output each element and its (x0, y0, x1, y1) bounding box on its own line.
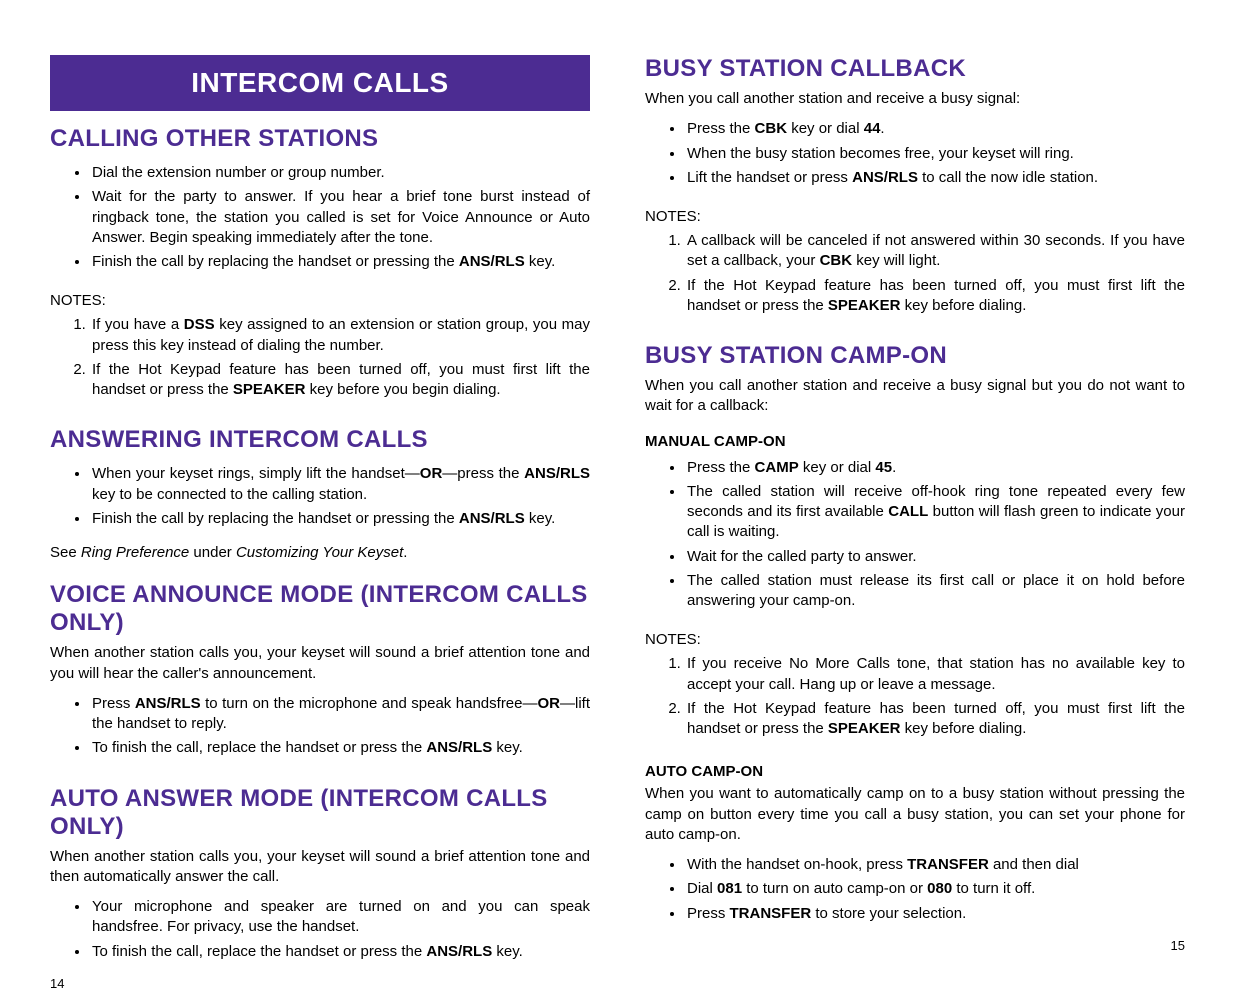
heading-voice-announce: VOICE ANNOUNCE MODE (INTERCOM CALLS ONLY… (50, 581, 590, 637)
notes-label: NOTES: (50, 292, 590, 309)
list-busy-callback: Press the CBK key or dial 44. When the b… (645, 119, 1185, 192)
list-auto-answer: Your microphone and speaker are turned o… (50, 897, 590, 966)
page-number-right: 15 (645, 938, 1185, 953)
list-item: Press TRANSFER to store your selection. (685, 904, 1185, 924)
list-item: If you receive No More Calls tone, that … (685, 654, 1185, 695)
list-item: If the Hot Keypad feature has been turne… (90, 360, 590, 401)
paragraph: When another station calls you, your key… (50, 847, 590, 888)
page-number-left: 14 (50, 976, 590, 991)
list-item: A callback will be canceled if not answe… (685, 231, 1185, 272)
notes-list: If you receive No More Calls tone, that … (645, 654, 1185, 743)
list-item: With the handset on-hook, press TRANSFER… (685, 855, 1185, 875)
list-item: When your keyset rings, simply lift the … (90, 464, 590, 505)
notes-list: A callback will be canceled if not answe… (645, 231, 1185, 320)
list-item: If the Hot Keypad feature has been turne… (685, 699, 1185, 740)
heading-auto-answer: AUTO ANSWER MODE (INTERCOM CALLS ONLY) (50, 785, 590, 841)
list-voice-announce: Press ANS/RLS to turn on the microphone … (50, 694, 590, 763)
heading-calling-other-stations: CALLING OTHER STATIONS (50, 125, 590, 153)
list-item: Wait for the called party to answer. (685, 547, 1185, 567)
list-item: The called station will receive off-hook… (685, 482, 1185, 543)
list-item: Dial the extension number or group numbe… (90, 163, 590, 183)
list-item: If you have a DSS key assigned to an ext… (90, 315, 590, 356)
list-manual-campon: Press the CAMP key or dial 45. The calle… (645, 458, 1185, 616)
ref-text: See Ring Preference under Customizing Yo… (50, 543, 590, 563)
notes-list: If you have a DSS key assigned to an ext… (50, 315, 590, 404)
list-item: Wait for the party to answer. If you hea… (90, 187, 590, 248)
list-item: Lift the handset or press ANS/RLS to cal… (685, 168, 1185, 188)
list-item: Finish the call by replacing the handset… (90, 252, 590, 272)
list-calling-other: Dial the extension number or group numbe… (50, 163, 590, 276)
list-item: If the Hot Keypad feature has been turne… (685, 276, 1185, 317)
list-item: Dial 081 to turn on auto camp-on or 080 … (685, 879, 1185, 899)
notes-label: NOTES: (645, 208, 1185, 225)
paragraph: When another station calls you, your key… (50, 643, 590, 684)
paragraph: When you call another station and receiv… (645, 376, 1185, 417)
list-item: Press the CBK key or dial 44. (685, 119, 1185, 139)
list-item: When the busy station becomes free, your… (685, 144, 1185, 164)
subheading-manual-campon: MANUAL CAMP-ON (645, 433, 1185, 450)
list-item: Press ANS/RLS to turn on the microphone … (90, 694, 590, 735)
list-item: Press the CAMP key or dial 45. (685, 458, 1185, 478)
list-item: To finish the call, replace the handset … (90, 942, 590, 962)
right-column: BUSY STATION CALLBACK When you call anot… (645, 55, 1185, 924)
paragraph: When you call another station and receiv… (645, 89, 1185, 109)
heading-busy-callback: BUSY STATION CALLBACK (645, 55, 1185, 83)
left-column: INTERCOM CALLS CALLING OTHER STATIONS Di… (50, 55, 590, 924)
notes-label: NOTES: (645, 631, 1185, 648)
list-item: To finish the call, replace the handset … (90, 738, 590, 758)
list-item: The called station must release its firs… (685, 571, 1185, 612)
heading-busy-campon: BUSY STATION CAMP-ON (645, 342, 1185, 370)
list-answering: When your keyset rings, simply lift the … (50, 464, 590, 533)
list-auto-campon: With the handset on-hook, press TRANSFER… (645, 855, 1185, 928)
subheading-auto-campon: AUTO CAMP-ON (645, 763, 1185, 780)
paragraph: When you want to automatically camp on t… (645, 784, 1185, 845)
banner-title: INTERCOM CALLS (50, 55, 590, 111)
list-item: Your microphone and speaker are turned o… (90, 897, 590, 938)
list-item: Finish the call by replacing the handset… (90, 509, 590, 529)
heading-answering-intercom: ANSWERING INTERCOM CALLS (50, 426, 590, 454)
